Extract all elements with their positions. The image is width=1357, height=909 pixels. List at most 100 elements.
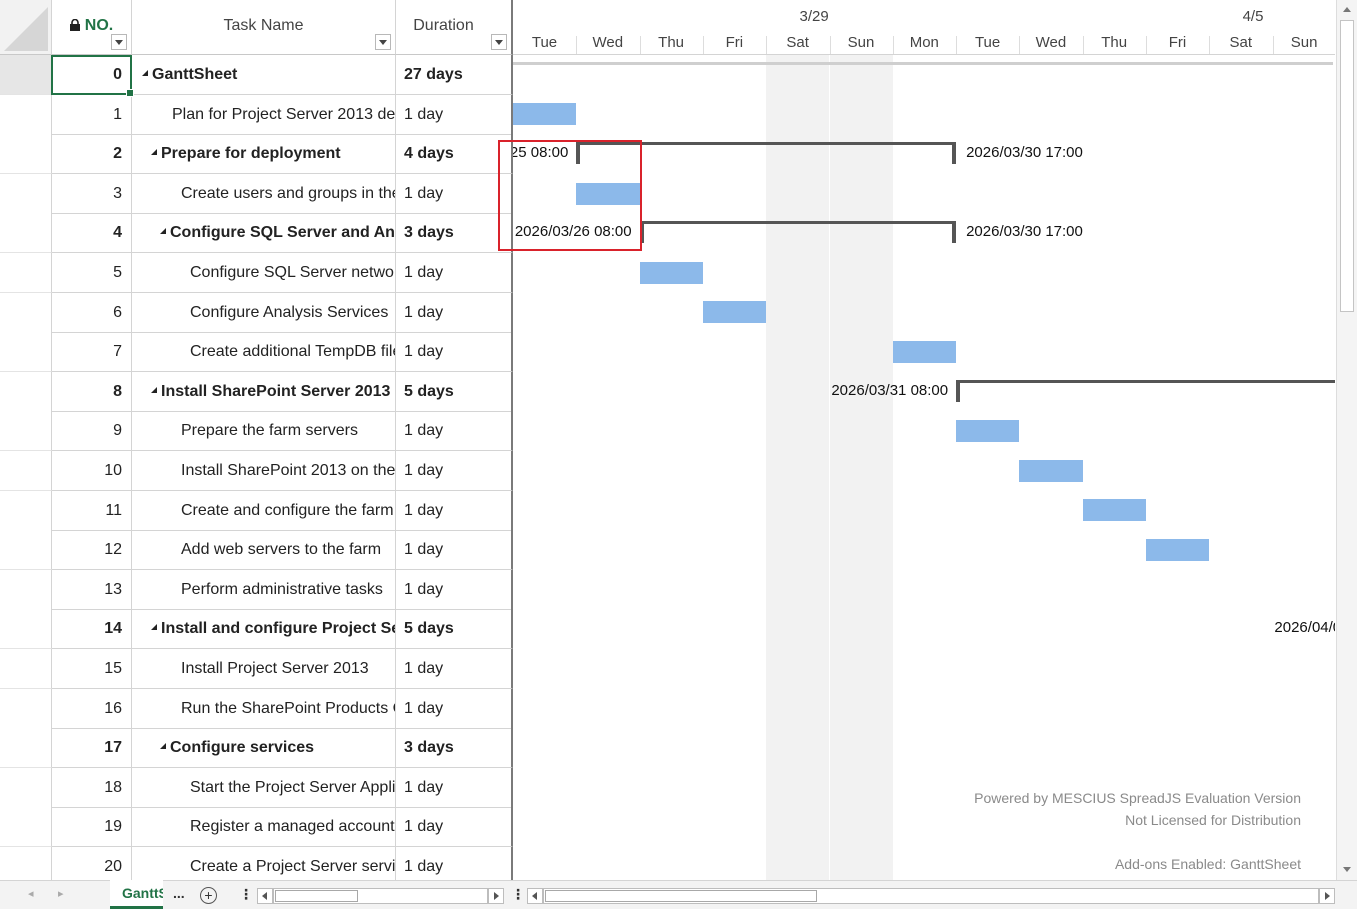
row-header[interactable] [0,688,52,729]
table-row[interactable]: 11 Create and configure the farm 1 day [0,490,513,531]
row-header[interactable] [0,649,52,689]
table-row[interactable]: 13 Perform administrative tasks 1 day [0,569,513,610]
row-header[interactable] [0,411,52,452]
cell-task-name[interactable]: Create additional TempDB files [132,332,396,373]
row-header[interactable] [0,490,52,531]
scroll-up-icon[interactable] [1340,3,1354,17]
row-header[interactable] [0,847,52,880]
cell-duration[interactable]: 1 day [396,847,513,880]
gantt-scroll-left-icon[interactable] [527,888,543,904]
table-row[interactable]: 0 GanttSheet 27 days [0,55,513,95]
row-header[interactable] [0,134,52,175]
table-row[interactable]: 18 Start the Project Server Application s… [0,767,513,808]
row-header[interactable] [0,253,52,293]
table-row[interactable]: 16 Run the SharePoint Products Configurat… [0,688,513,729]
cell-no[interactable]: 6 [52,292,132,333]
select-all-corner[interactable] [0,0,52,55]
collapse-triangle-icon[interactable] [160,743,166,750]
cell-no[interactable]: 2 [52,134,132,175]
cell-task-name[interactable]: Configure services [132,728,396,769]
row-header[interactable] [0,767,52,808]
table-row[interactable]: 1 Plan for Project Server 2013 deployment… [0,94,513,135]
cell-duration[interactable]: 5 days [396,609,513,650]
cell-duration[interactable]: 3 days [396,728,513,769]
collapse-triangle-icon[interactable] [151,386,157,393]
cell-task-name[interactable]: Prepare for deployment [132,134,396,175]
cell-task-name[interactable]: Perform administrative tasks [132,569,396,610]
cell-task-name[interactable]: Create and configure the farm [132,490,396,531]
cell-no[interactable]: 9 [52,411,132,452]
task-bar[interactable] [1146,539,1210,561]
table-row[interactable]: 19 Register a managed account 1 day [0,807,513,848]
cell-no[interactable]: 12 [52,530,132,571]
gantt-scroll-right-icon[interactable] [1319,888,1335,904]
cell-duration[interactable]: 1 day [396,649,513,689]
table-row[interactable]: 7 Create additional TempDB files 1 day [0,332,513,373]
collapse-triangle-icon[interactable] [142,70,148,76]
table-row[interactable]: 17 Configure services 3 days [0,728,513,769]
cell-duration[interactable]: 1 day [396,292,513,333]
task-bar[interactable] [513,103,577,126]
cell-duration[interactable]: 1 day [396,411,513,452]
summary-bar[interactable] [639,221,957,225]
row-header[interactable] [0,94,52,135]
pane-splitter-icon[interactable]: ⋮ [511,886,525,903]
filter-dropdown-icon[interactable] [375,34,391,50]
cell-no[interactable]: 0 [52,55,132,95]
task-bar[interactable] [639,261,703,284]
grid-horizontal-scroll-thumb[interactable] [275,890,358,902]
vertical-scrollbar[interactable] [1336,0,1357,880]
cell-duration[interactable]: 1 day [396,451,513,491]
cell-no[interactable]: 8 [52,371,132,412]
task-bar[interactable] [956,420,1020,443]
cell-task-name[interactable]: Install SharePoint Server 2013 [132,371,396,412]
collapse-triangle-icon[interactable] [151,624,157,631]
row-header[interactable] [0,530,52,571]
row-header[interactable] [0,292,52,333]
cell-task-name[interactable]: Install Project Server 2013 [132,649,396,689]
column-header-task-name[interactable]: Task Name [132,0,396,55]
tab-nav-next-icon[interactable]: ▸ [58,887,64,900]
column-header-no[interactable]: NO. [52,0,132,55]
filter-dropdown-icon[interactable] [111,34,127,50]
tab-nav-prev-icon[interactable]: ◂ [28,887,34,900]
cell-no[interactable]: 5 [52,253,132,293]
cell-duration[interactable]: 3 days [396,213,513,254]
cell-task-name[interactable]: Run the SharePoint Products Configuratio… [132,688,396,729]
cell-task-name[interactable]: Plan for Project Server 2013 deployment [132,94,396,135]
row-header[interactable] [0,55,52,95]
row-header[interactable] [0,451,52,491]
table-row[interactable]: 8 Install SharePoint Server 2013 5 days [0,371,513,412]
table-row[interactable]: 5 Configure SQL Server network settings1 … [0,253,513,293]
cell-duration[interactable]: 1 day [396,94,513,135]
cell-task-name[interactable]: Install SharePoint 2013 on the farm serv… [132,451,396,491]
tab-splitter-icon[interactable]: ⋮ [239,886,253,903]
cell-task-name[interactable]: Create a Project Server service applicat… [132,847,396,880]
cell-no[interactable]: 11 [52,490,132,531]
row-header[interactable] [0,371,52,412]
row-header[interactable] [0,807,52,848]
cell-no[interactable]: 4 [52,213,132,254]
cell-task-name[interactable]: Install and configure Project Server 201… [132,609,396,650]
cell-duration[interactable]: 1 day [396,530,513,571]
filter-dropdown-icon[interactable] [491,34,507,50]
cell-duration[interactable]: 1 day [396,173,513,214]
gantt-chart-area[interactable]: Tue Wed Thu Fri Sat Sun Mon Tue Wed Thu Fri Sat Sun 3… [513,0,1335,880]
task-bar[interactable] [1082,499,1146,522]
sheet-tab-ganttsheet[interactable]: GanttSheet [110,880,163,909]
cell-duration[interactable]: 1 day [396,490,513,531]
collapse-triangle-icon[interactable] [160,228,166,235]
cell-no[interactable]: 19 [52,807,132,848]
row-header[interactable] [0,728,52,769]
table-row[interactable]: 4 Configure SQL Server and Analysis Servi… [0,213,513,254]
task-bar[interactable] [1019,459,1083,482]
table-row[interactable]: 9 Prepare the farm servers 1 day [0,411,513,452]
cell-task-name[interactable]: Start the Project Server Application ser… [132,767,396,808]
table-row[interactable]: 12 Add web servers to the farm 1 day [0,530,513,571]
grid-scroll-left-icon[interactable] [257,888,273,904]
cell-duration[interactable]: 1 day [396,807,513,848]
vertical-scroll-thumb[interactable] [1340,20,1354,312]
gantt-horizontal-scroll-thumb[interactable] [545,890,817,902]
table-row[interactable]: 14 Install and configure Project Server 2… [0,609,513,650]
cell-no[interactable]: 20 [52,847,132,880]
